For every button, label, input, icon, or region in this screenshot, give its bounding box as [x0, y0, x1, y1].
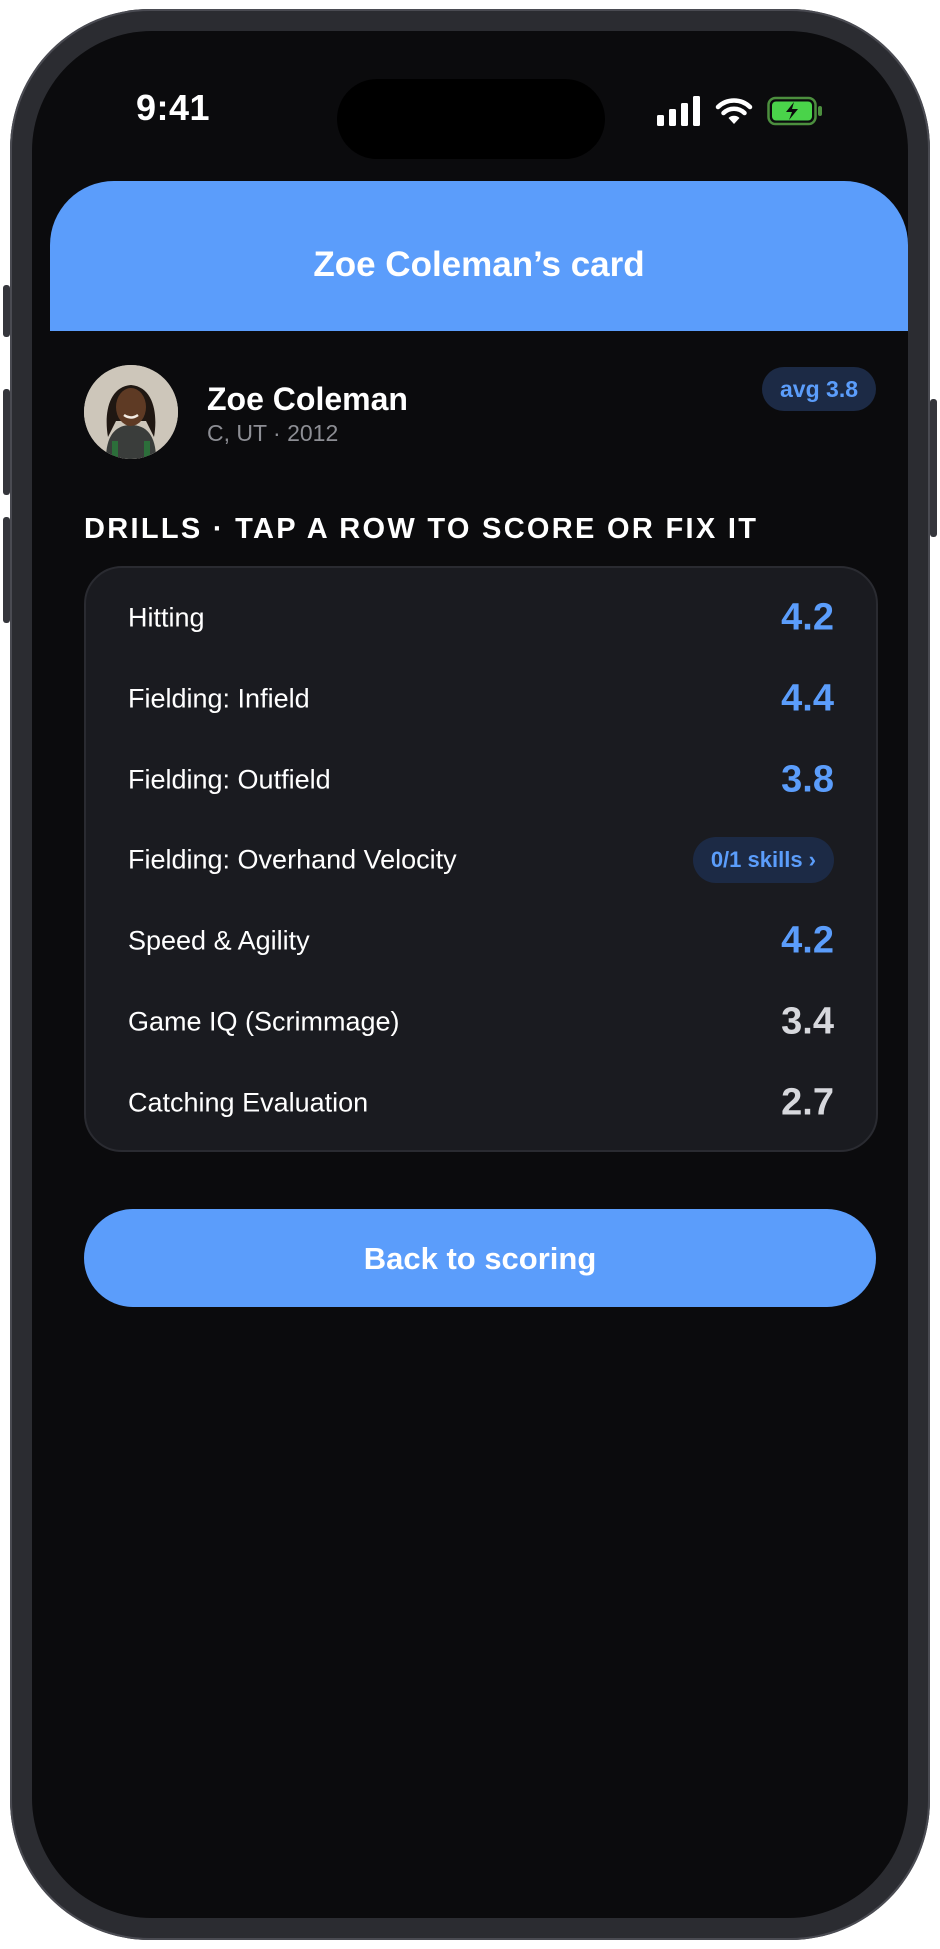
side-button-left-1 — [3, 285, 10, 337]
status-time: 9:41 — [136, 87, 211, 128]
drill-score: 4.4 — [781, 677, 834, 720]
status-bar: 9:41 — [32, 31, 908, 159]
screen: 9:41 Zoe Coleman’s card Zoe Coleman C, U… — [32, 31, 908, 1918]
skills-progress-chip[interactable]: 0/1 skills › — [692, 837, 834, 883]
drill-row-hitting[interactable]: Hitting 4.2 — [86, 578, 876, 658]
side-button-left-3 — [3, 517, 10, 623]
player-meta: C, UT · 2012 — [207, 420, 339, 446]
drill-row-catching-evaluation[interactable]: Catching Evaluation 2.7 — [86, 1063, 876, 1143]
avatar — [84, 365, 178, 459]
drill-score: 2.7 — [781, 1081, 834, 1124]
battery-charging-icon — [767, 96, 823, 131]
cellular-signal-icon — [657, 95, 701, 131]
drill-score: 3.8 — [781, 758, 834, 801]
drill-label: Fielding: Outfield — [128, 764, 331, 795]
drill-score: 3.4 — [781, 1000, 834, 1043]
player-name: Zoe Coleman — [207, 381, 408, 417]
drills-list: Hitting 4.2 Fielding: Infield 4.4 Fieldi… — [84, 566, 878, 1152]
header-bar: Zoe Coleman’s card — [50, 181, 908, 331]
drill-label: Game IQ (Scrimmage) — [128, 1006, 400, 1037]
drill-row-fielding-overhand-velocity[interactable]: Fielding: Overhand Velocity 0/1 skills › — [86, 820, 876, 900]
side-button-right — [930, 399, 937, 537]
player-profile: Zoe Coleman C, UT · 2012 avg 3.8 — [84, 365, 876, 459]
phone-frame: 9:41 Zoe Coleman’s card Zoe Coleman C, U… — [3, 9, 937, 1940]
wifi-icon — [715, 96, 753, 131]
drill-score: 4.2 — [781, 596, 834, 639]
drill-row-speed-agility[interactable]: Speed & Agility 4.2 — [86, 901, 876, 981]
back-to-scoring-button[interactable]: Back to scoring — [84, 1209, 876, 1307]
drill-label: Catching Evaluation — [128, 1087, 369, 1118]
drill-label: Fielding: Overhand Velocity — [128, 844, 457, 875]
page-title: Zoe Coleman’s card — [313, 245, 645, 284]
drill-row-game-iq[interactable]: Game IQ (Scrimmage) 3.4 — [86, 982, 876, 1062]
drill-label: Fielding: Infield — [128, 683, 310, 714]
status-icons — [657, 93, 823, 133]
average-badge: avg 3.8 — [762, 367, 876, 411]
drill-row-fielding-outfield[interactable]: Fielding: Outfield 3.8 — [86, 740, 876, 820]
side-button-left-2 — [3, 389, 10, 495]
drill-row-fielding-infield[interactable]: Fielding: Infield 4.4 — [86, 659, 876, 739]
dynamic-island — [337, 79, 605, 159]
drills-section-label: DRILLS · TAP A ROW TO SCORE OR FIX IT — [84, 513, 759, 545]
drill-score: 4.2 — [781, 919, 834, 962]
drill-label: Speed & Agility — [128, 925, 310, 956]
drill-label: Hitting — [128, 602, 205, 633]
